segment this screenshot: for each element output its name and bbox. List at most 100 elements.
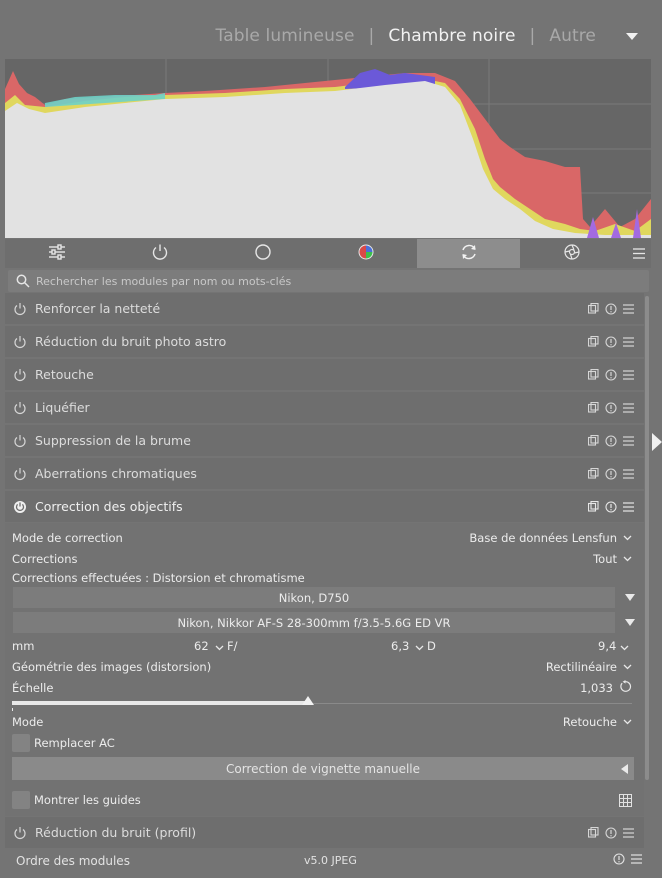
corrections-row[interactable]: Corrections Tout — [12, 551, 632, 567]
view-other[interactable]: Autre — [549, 26, 596, 46]
presets-icon[interactable] — [588, 303, 599, 314]
aperture-label: F/ — [227, 639, 238, 653]
hamburger-icon[interactable] — [631, 853, 642, 868]
module-menu-icon[interactable] — [623, 402, 634, 413]
chevron-down-icon[interactable] — [623, 535, 632, 541]
replace-ac-row[interactable]: Remplacer AC — [12, 733, 632, 753]
show-guides-row[interactable]: Montrer les guides — [12, 790, 632, 810]
chevron-down-icon[interactable] — [415, 640, 424, 654]
reset-scale-icon[interactable] — [619, 680, 632, 696]
geometry-row[interactable]: Géométrie des images (distorsion) Rectil… — [12, 659, 632, 675]
chevron-down-icon[interactable] — [623, 556, 632, 562]
distance-value[interactable]: 9,4 — [598, 639, 616, 653]
power-icon[interactable] — [13, 401, 27, 415]
module-list-scrollbar[interactable] — [645, 296, 649, 780]
presets-icon[interactable] — [588, 827, 599, 838]
presets-icon[interactable] — [588, 369, 599, 380]
module-menu-icon[interactable] — [623, 468, 634, 479]
show-guides-checkbox[interactable] — [12, 791, 30, 809]
power-icon[interactable] — [13, 302, 27, 316]
tab-color[interactable] — [314, 239, 417, 268]
reset-icon[interactable] — [605, 302, 617, 315]
replace-ac-checkbox[interactable] — [12, 734, 30, 752]
tab-active-modules[interactable] — [108, 239, 211, 268]
reset-icon[interactable] — [613, 853, 625, 868]
tab-effects[interactable] — [520, 239, 623, 268]
power-icon[interactable] — [13, 335, 27, 349]
tab-quick-access[interactable] — [5, 239, 108, 268]
corrections-value[interactable]: Tout — [593, 552, 617, 566]
power-on-icon[interactable] — [13, 500, 27, 514]
module-astro-denoise[interactable]: Réduction du bruit photo astro — [5, 326, 644, 357]
manual-vignette-button[interactable]: Correction de vignette manuelle — [12, 757, 634, 780]
module-menu-icon[interactable] — [623, 369, 634, 380]
guides-grid-icon[interactable] — [619, 793, 632, 807]
reset-icon[interactable] — [605, 500, 617, 513]
geometry-value[interactable]: Rectilinéaire — [546, 660, 617, 674]
tab-base[interactable] — [211, 239, 314, 268]
module-menu-icon[interactable] — [623, 827, 634, 838]
panel-collapse-arrow-icon[interactable] — [652, 433, 662, 451]
camera-selector[interactable]: Nikon, D750 — [13, 587, 615, 608]
reset-icon[interactable] — [605, 368, 617, 381]
view-lighttable[interactable]: Table lumineuse — [216, 26, 355, 46]
module-menu-icon[interactable] — [623, 501, 634, 512]
power-icon[interactable] — [13, 434, 27, 448]
mode-value[interactable]: Retouche — [563, 715, 617, 729]
search-input[interactable] — [34, 273, 649, 289]
reset-icon[interactable] — [605, 467, 617, 480]
reset-icon[interactable] — [605, 401, 617, 414]
view-separator: | — [368, 26, 375, 46]
module-name: Réduction du bruit (profil) — [35, 825, 197, 840]
presets-icon[interactable] — [588, 435, 599, 446]
correction-mode-row[interactable]: Mode de correction Base de données Lensf… — [12, 530, 632, 546]
view-darkroom[interactable]: Chambre noire — [388, 26, 515, 46]
presets-icon[interactable] — [588, 336, 599, 347]
vignette-mode-row[interactable]: Mode Retouche — [12, 714, 632, 730]
presets-icon[interactable] — [588, 468, 599, 479]
camera-dropdown-icon[interactable] — [625, 594, 635, 601]
chevron-down-icon[interactable] — [620, 640, 629, 654]
power-icon[interactable] — [13, 467, 27, 481]
tabs-menu-button[interactable] — [623, 239, 651, 268]
reset-icon[interactable] — [605, 434, 617, 447]
reset-icon[interactable] — [605, 335, 617, 348]
histogram[interactable] — [5, 59, 651, 238]
module-liquify[interactable]: Liquéfier — [5, 392, 644, 423]
power-icon[interactable] — [13, 368, 27, 382]
tab-correct[interactable] — [417, 239, 520, 268]
module-chromatic-aberrations[interactable]: Aberrations chromatiques — [5, 458, 644, 489]
scale-value[interactable]: 1,033 — [580, 681, 613, 695]
scale-slider-track[interactable] — [308, 703, 632, 704]
scale-slider-handle[interactable] — [302, 696, 314, 705]
presets-icon[interactable] — [588, 501, 599, 512]
module-name: Suppression de la brume — [35, 433, 191, 448]
reset-icon[interactable] — [605, 826, 617, 839]
views-dropdown-icon[interactable] — [626, 32, 638, 40]
focal-value[interactable]: 62 — [194, 639, 209, 653]
chevron-down-icon[interactable] — [215, 640, 224, 654]
module-controls — [588, 335, 634, 348]
module-menu-icon[interactable] — [623, 303, 634, 314]
lens-selector[interactable]: Nikon, Nikkor AF-S 28-300mm f/3.5-5.6G E… — [13, 612, 615, 633]
scale-slider-fill[interactable] — [12, 701, 308, 705]
module-menu-icon[interactable] — [623, 435, 634, 446]
module-haze-removal[interactable]: Suppression de la brume — [5, 425, 644, 456]
module-order-value[interactable]: v5.0 JPEG — [304, 854, 357, 867]
module-sharpen[interactable]: Renforcer la netteté — [5, 293, 644, 324]
chevron-down-icon[interactable] — [623, 719, 632, 725]
module-lens-correction[interactable]: Correction des objectifs — [5, 491, 644, 522]
show-guides-label: Montrer les guides — [34, 793, 141, 807]
module-list: Renforcer la netteté Réduction du bruit … — [5, 293, 644, 524]
presets-icon[interactable] — [588, 402, 599, 413]
aperture-value[interactable]: 6,3 — [391, 639, 409, 653]
module-menu-icon[interactable] — [623, 336, 634, 347]
module-profiled-denoise[interactable]: Réduction du bruit (profil) — [5, 817, 644, 848]
power-icon[interactable] — [13, 826, 27, 840]
module-name: Réduction du bruit photo astro — [35, 334, 227, 349]
collapse-arrow-icon[interactable] — [621, 763, 628, 774]
correction-mode-value[interactable]: Base de données Lensfun — [469, 531, 617, 545]
lens-dropdown-icon[interactable] — [625, 619, 635, 626]
module-retouch[interactable]: Retouche — [5, 359, 644, 390]
chevron-down-icon[interactable] — [623, 664, 632, 670]
